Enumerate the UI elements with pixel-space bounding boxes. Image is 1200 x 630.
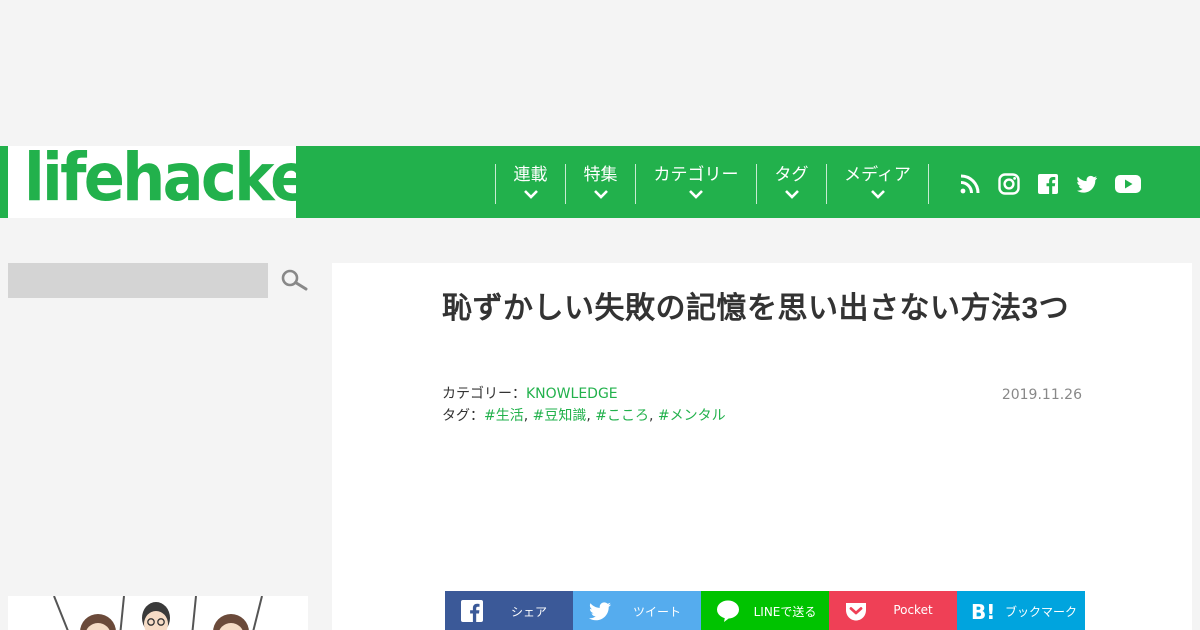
nav-label: メディア xyxy=(844,165,911,185)
tag-link[interactable]: #豆知識 xyxy=(533,408,587,424)
share-facebook-button[interactable]: シェア xyxy=(445,591,573,630)
rss-icon[interactable] xyxy=(958,172,982,196)
logo-link[interactable]: lifehacker xyxy=(8,139,338,218)
search-input[interactable] xyxy=(8,263,268,298)
tag-line: タグ：#生活, #豆知識, #こころ, #メンタル xyxy=(442,406,726,426)
share-label: Pocket xyxy=(893,603,933,617)
youtube-icon[interactable] xyxy=(1114,172,1142,196)
share-twitter-button[interactable]: ツイート xyxy=(573,591,701,630)
share-hatena-button[interactable]: B! ブックマーク xyxy=(957,591,1085,630)
tag-label: タグ： xyxy=(442,408,484,424)
tag-link[interactable]: #こころ xyxy=(595,408,649,424)
publish-date: 2019.11.26 xyxy=(1001,387,1082,403)
chevron-down-icon xyxy=(523,190,538,199)
share-line-button[interactable]: LINEで送る xyxy=(701,591,829,630)
category-link[interactable]: KNOWLEDGE xyxy=(526,386,618,402)
site-logo: lifehacker xyxy=(24,139,338,216)
nav-label: カテゴリー xyxy=(653,165,739,185)
tag-link[interactable]: #メンタル xyxy=(658,408,726,424)
share-label: LINEで送る xyxy=(753,605,817,619)
tag-separator: , xyxy=(649,408,654,424)
tag-separator: , xyxy=(523,408,529,424)
share-label: ツイート xyxy=(632,605,681,619)
facebook-icon[interactable] xyxy=(1036,172,1060,196)
nav-label: 特集 xyxy=(583,165,618,185)
nav-item-series[interactable]: 連載 xyxy=(495,164,565,204)
share-label: シェア xyxy=(510,605,547,619)
sidebar-ad-illustration[interactable] xyxy=(8,596,308,630)
tag-link[interactable]: #生活 xyxy=(484,408,524,424)
main-nav: 連載 特集 カテゴリー タグ メディア xyxy=(296,146,1200,218)
chevron-down-icon xyxy=(689,190,703,199)
nav-item-tags[interactable]: タグ xyxy=(756,164,826,204)
chevron-down-icon xyxy=(870,190,885,199)
nav-label: タグ xyxy=(774,165,809,185)
article-container: 恥ずかしい失敗の記憶を思い出さない方法3つ カテゴリー：KNOWLEDGE タグ… xyxy=(332,263,1192,630)
logo-accent-bar xyxy=(0,146,8,218)
twitter-icon[interactable] xyxy=(1075,172,1099,196)
share-label: ブックマーク xyxy=(1004,605,1077,619)
category-label: カテゴリー： xyxy=(442,386,526,402)
nav-item-media[interactable]: メディア xyxy=(826,164,929,204)
nav-item-category[interactable]: カテゴリー xyxy=(635,164,756,204)
nav-label: 連載 xyxy=(513,165,548,185)
chevron-down-icon xyxy=(784,190,799,199)
category-line: カテゴリー：KNOWLEDGE xyxy=(442,384,618,404)
instagram-icon[interactable] xyxy=(997,172,1021,196)
people-illustration xyxy=(53,596,263,630)
article-title: 恥ずかしい失敗の記憶を思い出さない方法3つ xyxy=(442,292,1070,325)
share-pocket-button[interactable]: Pocket xyxy=(829,591,957,630)
tag-separator: , xyxy=(586,408,591,424)
search-icon[interactable] xyxy=(280,268,308,294)
chevron-down-icon xyxy=(593,190,608,199)
nav-item-features[interactable]: 特集 xyxy=(565,164,635,204)
